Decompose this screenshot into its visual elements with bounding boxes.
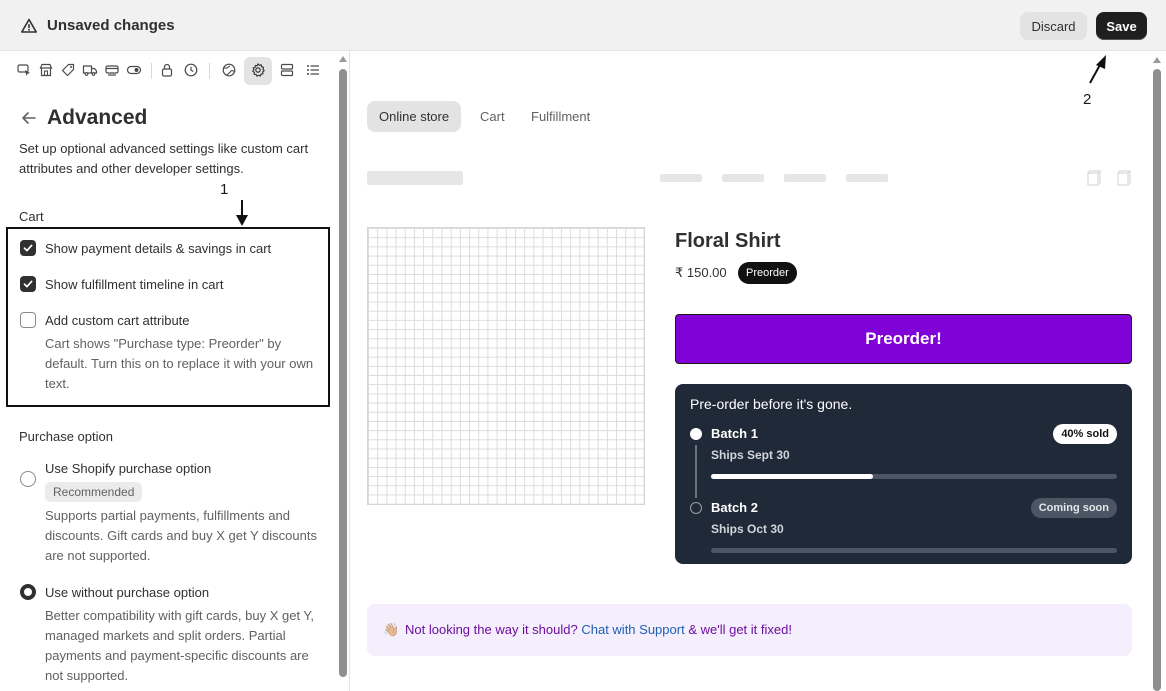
globe-icon[interactable] [221, 62, 237, 78]
settings-icon-toolbar [12, 57, 332, 85]
tab-online-store[interactable]: Online store [367, 101, 462, 132]
without-purchase-option-help: Better compatibility with gift cards, bu… [45, 608, 315, 683]
shopify-purchase-option-label[interactable]: Use Shopify purchase option [45, 461, 211, 476]
store-icon[interactable] [38, 62, 54, 78]
annotation-label-1: 1 [220, 181, 229, 198]
truck-icon[interactable] [82, 62, 98, 78]
batch-1-status-pill: 40% sold [1053, 424, 1117, 444]
toolbar-divider [151, 63, 152, 79]
batch-1-name: Batch 1 [711, 426, 758, 441]
fulfillment-timeline-label[interactable]: Show fulfillment timeline in cart [45, 277, 223, 292]
skeleton-nav-item [660, 174, 702, 182]
preorder-badge: Preorder [738, 262, 797, 284]
top-bar: Unsaved changes Discard Save [0, 0, 1166, 51]
toolbar-divider [209, 63, 210, 79]
shopify-purchase-option-help: Supports partial payments, fulfillments … [45, 508, 317, 563]
batch-1-progress-track [711, 474, 1117, 479]
save-button[interactable]: Save [1096, 12, 1147, 40]
batch-2-dot-icon [690, 502, 702, 514]
back-arrow-icon[interactable] [20, 109, 38, 127]
batch-2-ships: Ships Oct 30 [711, 522, 784, 536]
annotation-arrow-down-icon [236, 200, 248, 226]
batch-card-title: Pre-order before it's gone. [690, 396, 853, 412]
custom-cart-attribute-label[interactable]: Add custom cart attribute [45, 313, 190, 328]
layout-icon[interactable] [279, 62, 295, 78]
wave-hand-icon: 👋🏼 [383, 622, 400, 637]
skeleton-nav-item [846, 174, 888, 182]
clock-icon[interactable] [183, 62, 199, 78]
custom-cart-attribute-help: Cart shows "Purchase type: Preorder" by … [45, 336, 314, 391]
product-title: Floral Shirt [675, 230, 781, 252]
fulfillment-timeline-checkbox[interactable] [20, 276, 36, 292]
panel-description: Set up optional advanced settings like c… [19, 141, 309, 176]
skeleton-nav-item [784, 174, 826, 182]
gear-icon[interactable] [250, 62, 266, 78]
batch-2-progress-track [711, 548, 1117, 553]
timeline-connector [695, 445, 697, 498]
annotation-arrow-up-icon [1089, 55, 1106, 84]
cursor-rectangle-icon[interactable] [16, 62, 32, 78]
chat-with-support-link[interactable]: Chat with Support [581, 622, 684, 637]
tag-icon[interactable] [60, 62, 76, 78]
purchase-option-section-label: Purchase option [19, 429, 113, 444]
batch-1-ships: Ships Sept 30 [711, 448, 790, 462]
payment-details-checkbox[interactable] [20, 240, 36, 256]
skeleton-nav-item [722, 174, 764, 182]
skeleton-cube-icon [1087, 170, 1101, 186]
batch-1-progress-fill [711, 474, 874, 479]
toggle-icon[interactable] [126, 62, 142, 78]
panel-title: Advanced [47, 106, 148, 129]
unsaved-changes-title: Unsaved changes [47, 17, 175, 34]
tab-cart[interactable]: Cart [468, 101, 517, 132]
batch-timeline-card: Pre-order before it's gone. Batch 1 Ship… [675, 384, 1132, 564]
support-banner: 👋🏼 Not looking the way it should? Chat w… [367, 604, 1132, 656]
custom-cart-attribute-checkbox[interactable] [20, 312, 36, 328]
left-scroll-up-arrow[interactable] [339, 56, 347, 62]
cart-section-label: Cart [19, 209, 44, 224]
batch-2-name: Batch 2 [711, 500, 758, 515]
support-text-before: Not looking the way it should? [405, 622, 578, 637]
payment-details-label[interactable]: Show payment details & savings in cart [45, 241, 271, 256]
shopify-purchase-option-radio[interactable] [20, 471, 36, 487]
product-price: ₹ 150.00 [675, 265, 727, 280]
warning-icon [21, 18, 37, 33]
left-scrollbar-thumb[interactable] [339, 69, 347, 677]
lock-icon[interactable] [159, 62, 175, 78]
skeleton-cube-icon [1117, 170, 1131, 186]
tab-fulfillment[interactable]: Fulfillment [519, 101, 602, 132]
list-icon[interactable] [305, 62, 321, 78]
without-purchase-option-radio[interactable] [20, 584, 36, 600]
support-text-after: & we'll get it fixed! [688, 622, 792, 637]
recommended-badge: Recommended [45, 482, 143, 502]
skeleton-logo [367, 171, 463, 185]
support-text: Not looking the way it should? Chat with… [405, 622, 792, 637]
product-image-placeholder [367, 227, 645, 505]
annotation-label-2: 2 [1083, 91, 1092, 108]
preview-panel: 2 Online store Cart Fulfillment Floral S… [351, 51, 1166, 691]
right-scroll-up-arrow[interactable] [1153, 57, 1161, 63]
settings-panel: Advanced Set up optional advanced settin… [0, 51, 350, 691]
without-purchase-option-label[interactable]: Use without purchase option [45, 585, 209, 600]
discard-button[interactable]: Discard [1020, 12, 1087, 40]
right-scrollbar-thumb[interactable] [1153, 69, 1161, 691]
batch-1-dot-icon [690, 428, 702, 440]
batch-2-status-pill: Coming soon [1030, 498, 1117, 518]
payment-icon[interactable] [104, 62, 120, 78]
preorder-button[interactable]: Preorder! [675, 314, 1132, 364]
